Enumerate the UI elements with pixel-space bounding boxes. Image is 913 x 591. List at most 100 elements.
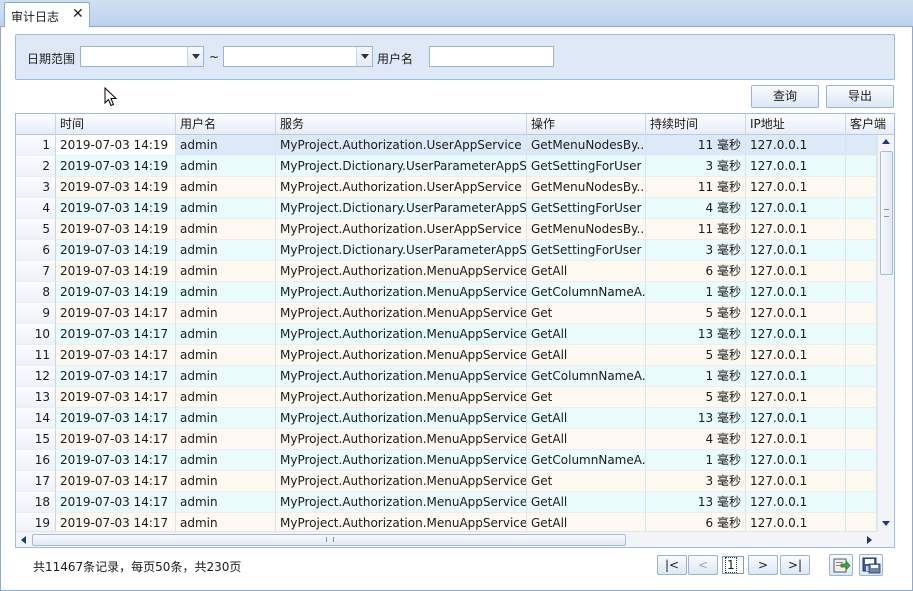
- cell-client[interactable]: [846, 135, 877, 156]
- first-page-button[interactable]: |<: [657, 555, 687, 575]
- cell-duration[interactable]: 6 毫秒: [646, 261, 746, 282]
- cell-duration[interactable]: 13 毫秒: [646, 408, 746, 429]
- header-time[interactable]: 时间: [56, 114, 176, 135]
- cell-duration[interactable]: 3 毫秒: [646, 156, 746, 177]
- cell-ip[interactable]: 127.0.0.1: [746, 408, 846, 429]
- table-row[interactable]: 1 2019-07-03 14:19 admin MyProject.Authoriz…: [16, 135, 877, 156]
- cell-username[interactable]: admin: [176, 429, 276, 450]
- table-row[interactable]: 16 2019-07-03 14:17 admin MyProject.Authori…: [16, 450, 877, 471]
- cell-duration[interactable]: 5 毫秒: [646, 303, 746, 324]
- cell-operation[interactable]: GetColumnNameA...: [527, 282, 646, 303]
- table-row[interactable]: 3 2019-07-03 14:19 admin MyProject.Authoriz…: [16, 177, 877, 198]
- row-number[interactable]: 13: [16, 387, 56, 408]
- cell-time[interactable]: 2019-07-03 14:17: [56, 450, 176, 471]
- row-number[interactable]: 18: [16, 492, 56, 513]
- cell-username[interactable]: admin: [176, 345, 276, 366]
- row-number[interactable]: 17: [16, 471, 56, 492]
- cell-duration[interactable]: 1 毫秒: [646, 366, 746, 387]
- table-row[interactable]: 18 2019-07-03 14:17 admin MyProject.Authori…: [16, 492, 877, 513]
- cell-service[interactable]: MyProject.Authorization.UserAppService: [276, 177, 527, 198]
- cell-ip[interactable]: 127.0.0.1: [746, 177, 846, 198]
- cell-ip[interactable]: 127.0.0.1: [746, 513, 846, 531]
- cell-time[interactable]: 2019-07-03 14:19: [56, 240, 176, 261]
- cell-username[interactable]: admin: [176, 450, 276, 471]
- cell-username[interactable]: admin: [176, 408, 276, 429]
- cell-operation[interactable]: GetSettingForUser: [527, 240, 646, 261]
- cell-operation[interactable]: Get: [527, 471, 646, 492]
- page-number-input[interactable]: 1: [722, 556, 744, 574]
- table-row[interactable]: 10 2019-07-03 14:17 admin MyProject.Authori…: [16, 324, 877, 345]
- cell-ip[interactable]: 127.0.0.1: [746, 282, 846, 303]
- cell-username[interactable]: admin: [176, 303, 276, 324]
- query-button[interactable]: 查询: [751, 85, 819, 108]
- cell-username[interactable]: admin: [176, 282, 276, 303]
- row-number[interactable]: 5: [16, 219, 56, 240]
- cell-operation[interactable]: GetAll: [527, 429, 646, 450]
- cell-ip[interactable]: 127.0.0.1: [746, 219, 846, 240]
- export-icon-button[interactable]: [829, 554, 853, 576]
- table-row[interactable]: 2 2019-07-03 14:19 admin MyProject.Dictiona…: [16, 156, 877, 177]
- table-row[interactable]: 5 2019-07-03 14:19 admin MyProject.Authoriz…: [16, 219, 877, 240]
- cell-client[interactable]: [846, 492, 877, 513]
- cell-service[interactable]: MyProject.Authorization.UserAppService: [276, 219, 527, 240]
- row-number[interactable]: 19: [16, 513, 56, 531]
- cell-duration[interactable]: 3 毫秒: [646, 240, 746, 261]
- scroll-right-icon[interactable]: [867, 536, 872, 544]
- header-ip[interactable]: IP地址: [746, 114, 846, 135]
- cell-time[interactable]: 2019-07-03 14:17: [56, 324, 176, 345]
- cell-username[interactable]: admin: [176, 135, 276, 156]
- cell-client[interactable]: [846, 303, 877, 324]
- row-number[interactable]: 7: [16, 261, 56, 282]
- last-page-button[interactable]: >|: [780, 555, 810, 575]
- cell-time[interactable]: 2019-07-03 14:19: [56, 219, 176, 240]
- cell-operation[interactable]: GetAll: [527, 345, 646, 366]
- cell-client[interactable]: [846, 240, 877, 261]
- cell-username[interactable]: admin: [176, 366, 276, 387]
- row-number[interactable]: 2: [16, 156, 56, 177]
- cell-time[interactable]: 2019-07-03 14:19: [56, 156, 176, 177]
- cell-time[interactable]: 2019-07-03 14:19: [56, 177, 176, 198]
- cell-duration[interactable]: 13 毫秒: [646, 324, 746, 345]
- header-service[interactable]: 服务: [276, 114, 527, 135]
- username-input[interactable]: [429, 46, 554, 67]
- cell-duration[interactable]: 11 毫秒: [646, 135, 746, 156]
- cell-client[interactable]: [846, 177, 877, 198]
- scroll-down-icon[interactable]: [882, 521, 890, 526]
- cell-time[interactable]: 2019-07-03 14:17: [56, 492, 176, 513]
- cell-time[interactable]: 2019-07-03 14:17: [56, 429, 176, 450]
- cell-service[interactable]: MyProject.Dictionary.UserParameterAppS..…: [276, 156, 527, 177]
- cell-service[interactable]: MyProject.Authorization.MenuAppService: [276, 513, 527, 531]
- scroll-left-icon[interactable]: [21, 536, 26, 544]
- cell-time[interactable]: 2019-07-03 14:19: [56, 261, 176, 282]
- cell-client[interactable]: [846, 156, 877, 177]
- cell-service[interactable]: MyProject.Dictionary.UserParameterAppS..…: [276, 198, 527, 219]
- cell-service[interactable]: MyProject.Authorization.MenuAppService: [276, 387, 527, 408]
- cell-client[interactable]: [846, 513, 877, 531]
- cell-client[interactable]: [846, 366, 877, 387]
- cell-ip[interactable]: 127.0.0.1: [746, 324, 846, 345]
- cell-service[interactable]: MyProject.Authorization.MenuAppService: [276, 366, 527, 387]
- save-icon-button[interactable]: [859, 554, 883, 576]
- cell-ip[interactable]: 127.0.0.1: [746, 492, 846, 513]
- close-icon[interactable]: ✕: [72, 6, 84, 22]
- table-row[interactable]: 17 2019-07-03 14:17 admin MyProject.Authori…: [16, 471, 877, 492]
- cell-ip[interactable]: 127.0.0.1: [746, 135, 846, 156]
- cell-username[interactable]: admin: [176, 261, 276, 282]
- header-client[interactable]: 客户端: [846, 114, 894, 135]
- cell-ip[interactable]: 127.0.0.1: [746, 261, 846, 282]
- scroll-up-icon[interactable]: [882, 139, 890, 144]
- cell-username[interactable]: admin: [176, 387, 276, 408]
- cell-duration[interactable]: 11 毫秒: [646, 219, 746, 240]
- table-row[interactable]: 14 2019-07-03 14:17 admin MyProject.Authori…: [16, 408, 877, 429]
- cell-operation[interactable]: GetAll: [527, 492, 646, 513]
- cell-duration[interactable]: 11 毫秒: [646, 177, 746, 198]
- cell-operation[interactable]: GetMenuNodesBy...: [527, 177, 646, 198]
- cell-service[interactable]: MyProject.Dictionary.UserParameterAppS..…: [276, 240, 527, 261]
- row-number[interactable]: 4: [16, 198, 56, 219]
- cell-ip[interactable]: 127.0.0.1: [746, 471, 846, 492]
- cell-duration[interactable]: 1 毫秒: [646, 450, 746, 471]
- table-row[interactable]: 19 2019-07-03 14:17 admin MyProject.Authori…: [16, 513, 877, 531]
- cell-operation[interactable]: GetAll: [527, 513, 646, 531]
- cell-time[interactable]: 2019-07-03 14:17: [56, 408, 176, 429]
- cell-operation[interactable]: GetSettingForUser: [527, 198, 646, 219]
